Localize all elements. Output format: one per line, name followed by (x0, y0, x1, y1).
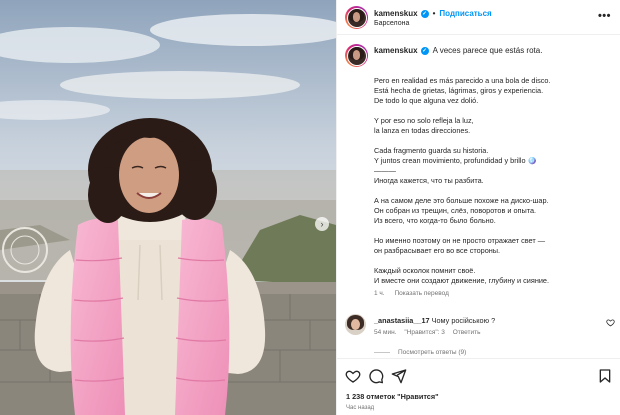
view-replies-label: Посмотреть ответы (9) (398, 349, 467, 356)
likes-count[interactable]: 1 238 отметок "Нравится" (346, 392, 439, 401)
caption-line (374, 136, 614, 146)
caption-line: De todo lo que alguna vez dolió. (374, 96, 479, 105)
follow-button[interactable]: Подписаться (439, 9, 491, 18)
caption-line (374, 256, 614, 266)
post-side-panel: kamenskux ✓ • Подписаться Барселона ••• … (336, 0, 620, 415)
caption-line: Está hecha de grietas, lágrimas, giros y… (374, 86, 544, 95)
separator-dot: • (432, 9, 436, 18)
post-location[interactable]: Барселона (374, 20, 409, 27)
caption-line: И вместе они создают движение, глубину и… (374, 276, 550, 285)
caption-line (374, 66, 614, 76)
commenter-avatar[interactable] (345, 314, 366, 335)
post-caption: kamenskux ✓ A veces parece que estás rot… (337, 36, 620, 306)
caption-line: Pero en realidad es más parecido a una b… (374, 76, 551, 85)
caption-line: Иногда кажется, что ты разбита. (374, 176, 484, 185)
caption-line: Y juntos crean movimiento, profundidad y… (374, 156, 537, 165)
caption-line: Каждый осколок помнит своё. (374, 266, 476, 275)
header-user-row: kamenskux ✓ • Подписаться (374, 9, 492, 18)
instagram-post: › kamenskux ✓ • Подписаться Барселона ••… (0, 0, 620, 415)
verified-icon: ✓ (420, 46, 429, 55)
caption-meta: 1 ч. Показать перевод (374, 290, 449, 297)
next-photo-button[interactable]: › (315, 217, 329, 231)
caption-line (374, 226, 614, 236)
show-translation-link[interactable]: Показать перевод (394, 290, 448, 297)
caption-line: он разбрасывает его во все стороны. (374, 246, 501, 255)
bookmark-icon[interactable] (597, 368, 613, 384)
post-header: kamenskux ✓ • Подписаться Барселона ••• (337, 0, 620, 35)
caption-line (374, 106, 614, 116)
caption-avatar[interactable] (345, 44, 368, 67)
caption-line: la lanza en todas direcciones. (374, 126, 471, 135)
more-icon[interactable]: ••• (598, 10, 611, 22)
post-timestamp: Час назад (346, 405, 375, 411)
comment-age: 54 мин. (374, 329, 397, 336)
comment-icon[interactable] (368, 368, 384, 384)
comment-like-count[interactable]: "Нравится": 3 (404, 329, 445, 336)
caption-line (374, 186, 614, 196)
replies-divider (374, 352, 390, 353)
comment-text: Чому російською ? (431, 316, 496, 325)
comment-item: _anastasiia__17 Чому російською ? 54 мин… (337, 308, 620, 358)
comment-text-row: _anastasiia__17 Чому російською ? (374, 316, 495, 325)
comment-heart-icon[interactable] (606, 318, 615, 329)
post-actions: 1 238 отметок "Нравится" Час назад (337, 358, 620, 415)
post-photo[interactable]: › (0, 0, 336, 415)
caption-line: Он собран из трещин, слёз, поворотов и о… (374, 206, 537, 215)
chevron-right-icon: › (320, 218, 324, 229)
caption-line: Y por eso no solo refleja la luz, (374, 116, 474, 125)
share-icon[interactable] (391, 368, 407, 384)
caption-age: 1 ч. (374, 290, 385, 297)
author-username[interactable]: kamenskux (374, 9, 418, 18)
caption-first-line: A veces parece que estás rota. (432, 46, 543, 55)
caption-username[interactable]: kamenskux (374, 46, 418, 55)
photo-image (0, 0, 336, 415)
view-replies-button[interactable]: Посмотреть ответы (9) (374, 349, 466, 356)
caption-line: Cada fragmento guarda su historia. (374, 146, 489, 155)
reply-button[interactable]: Ответить (453, 329, 481, 336)
caption-text: Pero en realidad es más parecido a una b… (374, 66, 614, 286)
caption-user-row: kamenskux ✓ A veces parece que estás rot… (374, 46, 542, 55)
comment-meta: 54 мин. "Нравится": 3 Ответить (374, 329, 486, 336)
caption-line: Но именно поэтому он не просто отражает … (374, 236, 546, 245)
caption-line: А на самом деле это больше похоже на дис… (374, 196, 549, 205)
caption-line: ——— (374, 166, 396, 175)
commenter-username[interactable]: _anastasiia__17 (374, 316, 430, 325)
author-avatar[interactable] (345, 6, 368, 29)
heart-icon[interactable] (345, 368, 361, 384)
verified-icon: ✓ (420, 9, 429, 18)
caption-line: Из всего, что когда-то было больно. (374, 216, 496, 225)
